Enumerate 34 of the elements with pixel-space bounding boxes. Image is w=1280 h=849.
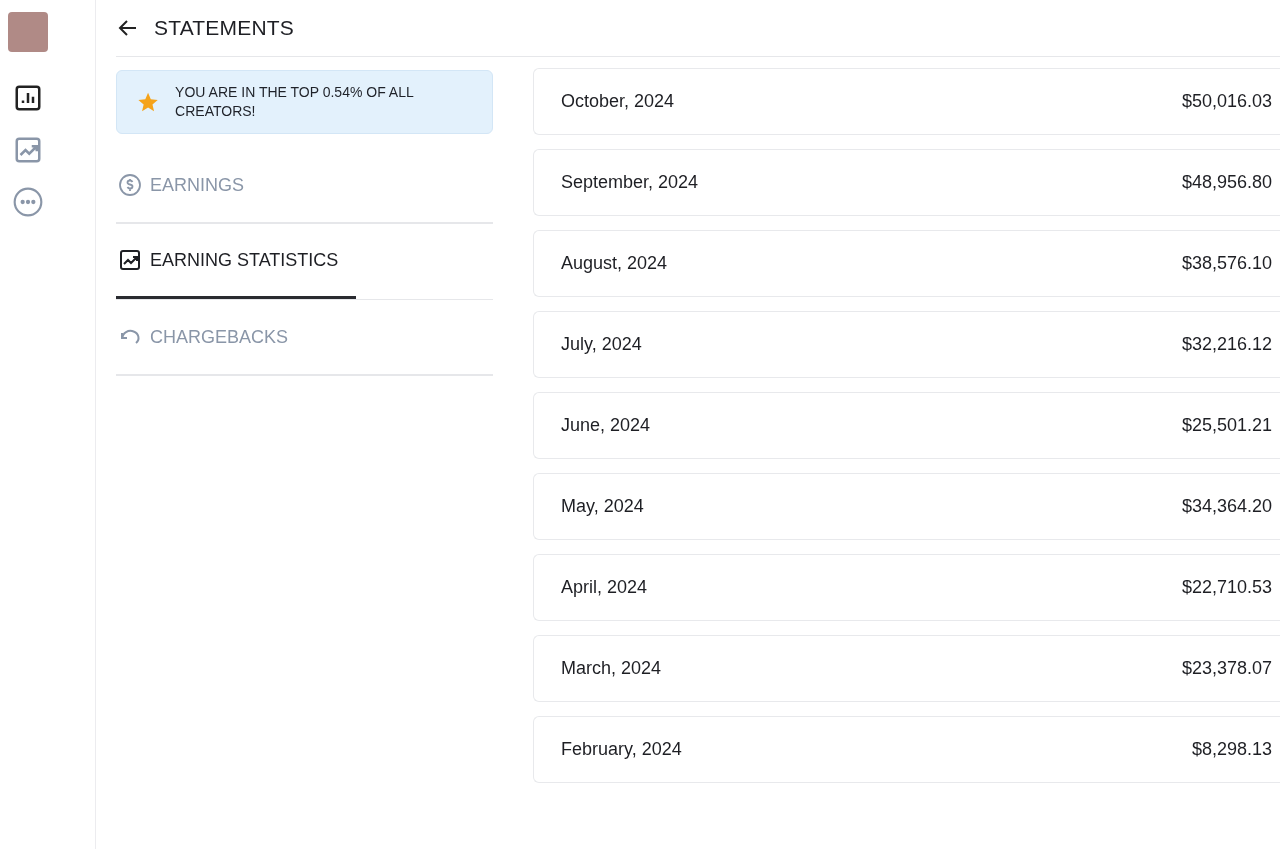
- statement-amount: $48,956.80: [1181, 172, 1272, 193]
- statement-row[interactable]: September, 2024 $48,956.80: [533, 149, 1280, 216]
- statement-amount: $50,016.03: [1181, 91, 1272, 112]
- statement-row[interactable]: March, 2024 $23,378.07: [533, 635, 1280, 702]
- statement-row[interactable]: April, 2024 $22,710.53: [533, 554, 1280, 621]
- statement-row[interactable]: July, 2024 $32,216.12: [533, 311, 1280, 378]
- statement-row[interactable]: June, 2024 $25,501.21: [533, 392, 1280, 459]
- statement-month: March, 2024: [561, 658, 662, 679]
- statement-month: June, 2024: [561, 415, 651, 436]
- more-icon: [11, 186, 44, 218]
- statement-row[interactable]: May, 2024 $34,364.20: [533, 473, 1280, 540]
- banner-text: YOU ARE IN THE TOP 0.54% OF ALL CREATORS!: [175, 83, 415, 121]
- statement-month: May, 2024: [561, 496, 644, 517]
- statement-amount: $8,298.13: [1191, 739, 1272, 760]
- statement-amount: $38,576.10: [1181, 253, 1272, 274]
- statement-amount: $23,378.07: [1181, 658, 1272, 679]
- statement-month: July, 2024: [561, 334, 642, 355]
- statement-month: October, 2024: [561, 91, 675, 112]
- statement-month: April, 2024: [561, 577, 648, 598]
- dollar-icon: [118, 173, 142, 197]
- statement-amount: $25,501.21: [1181, 415, 1272, 436]
- statement-month: August, 2024: [561, 253, 668, 274]
- statement-amount: $32,216.12: [1181, 334, 1272, 355]
- page-title: STATEMENTS: [154, 16, 295, 40]
- statement-row[interactable]: August, 2024 $38,576.10: [533, 230, 1280, 297]
- statement-row[interactable]: October, 2024 $50,016.03: [533, 68, 1280, 135]
- statement-row[interactable]: February, 2024 $8,298.13: [533, 716, 1280, 783]
- trend-chart-icon: [118, 248, 142, 272]
- statement-amount: $22,710.53: [1181, 577, 1272, 598]
- tab[interactable]: EARNING STATISTICS: [116, 224, 356, 299]
- statement-month: September, 2024: [561, 172, 699, 193]
- statement-month: February, 2024: [561, 739, 682, 760]
- avatar[interactable]: [7, 12, 48, 52]
- statement-amount: $34,364.20: [1181, 496, 1272, 517]
